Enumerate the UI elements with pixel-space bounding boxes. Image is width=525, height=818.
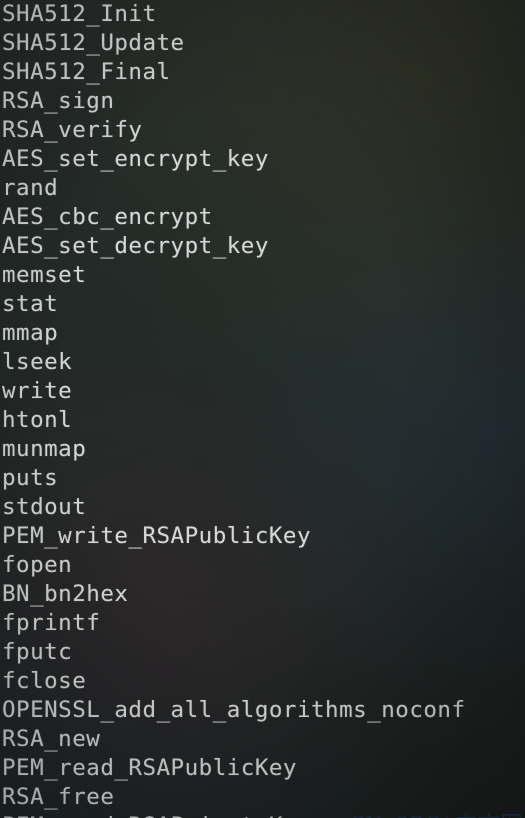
code-line: fprintf bbox=[2, 610, 101, 636]
code-line: stdout bbox=[2, 494, 87, 520]
code-line: stat bbox=[2, 291, 59, 317]
code-line: AES_set_encrypt_key bbox=[2, 146, 269, 172]
code-line: PEM_read_RSAPublicKey bbox=[2, 755, 297, 781]
code-line: RSA_new bbox=[2, 726, 101, 752]
code-line: fclose bbox=[2, 668, 87, 694]
code-listing: SHA512_Init SHA512_Update SHA512_Final RSA_… bbox=[2, 0, 525, 818]
code-line: BN_bn2hex bbox=[2, 581, 129, 607]
code-line: mmap bbox=[2, 320, 59, 346]
code-line: SHA512_Init bbox=[2, 1, 157, 27]
code-line: htonl bbox=[2, 407, 73, 433]
code-line: fputc bbox=[2, 639, 73, 665]
code-line: memset bbox=[2, 262, 87, 288]
code-line: OPENSSL_add_all_algorithms_noconf bbox=[2, 697, 466, 723]
code-line: RSA_verify bbox=[2, 117, 143, 143]
code-line: AES_cbc_encrypt bbox=[2, 204, 213, 230]
code-line: RSA_sign bbox=[2, 88, 115, 114]
code-line: munmap bbox=[2, 436, 87, 462]
terminal-screen: SHA512_Init SHA512_Update SHA512_Final RSA_… bbox=[0, 0, 525, 818]
code-line: lseek bbox=[2, 349, 73, 375]
code-line: SHA512_Final bbox=[2, 59, 171, 85]
code-line: SHA512_Update bbox=[2, 30, 185, 56]
code-line: puts bbox=[2, 465, 59, 491]
code-line: fopen bbox=[2, 552, 73, 578]
code-line: PEM_write_RSAPublicKey bbox=[2, 523, 312, 549]
code-line: rand bbox=[2, 175, 59, 201]
code-line: AES_set_decrypt_key bbox=[2, 233, 269, 259]
code-line: PEM_read_RSAPrivateKey bbox=[2, 812, 525, 818]
code-line: RSA_free bbox=[2, 784, 115, 810]
code-line: write bbox=[2, 378, 73, 404]
